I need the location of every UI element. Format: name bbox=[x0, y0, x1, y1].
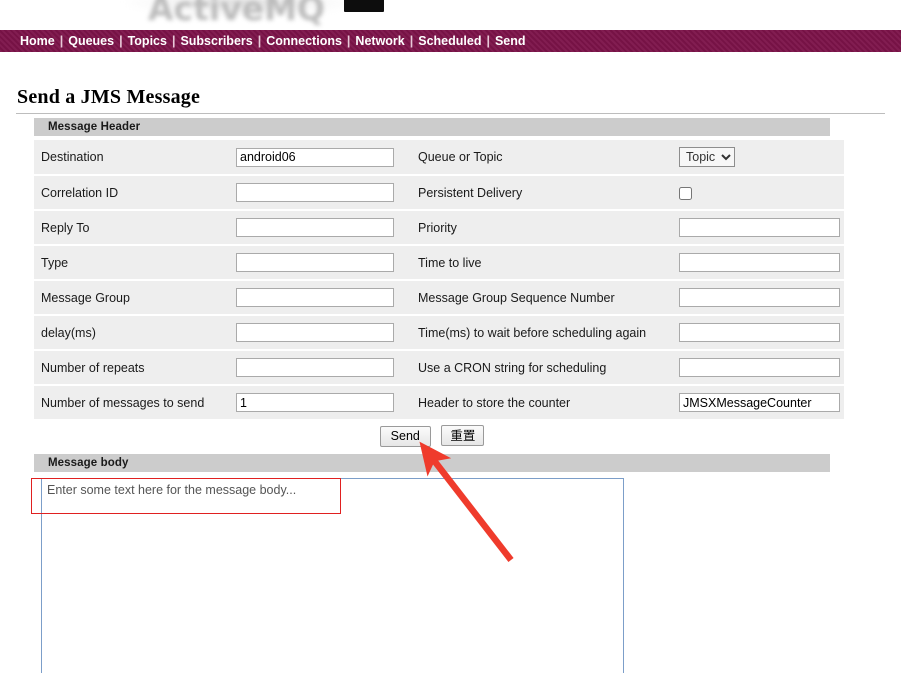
label-correlation-id: Correlation ID bbox=[34, 175, 236, 211]
number-of-messages-input[interactable] bbox=[236, 393, 394, 412]
counter-header-input[interactable] bbox=[679, 393, 840, 412]
nav-separator: | bbox=[257, 34, 262, 48]
message-body-textarea[interactable] bbox=[41, 478, 624, 673]
label-destination: Destination bbox=[34, 140, 236, 176]
field-delay-ms-cell bbox=[236, 315, 411, 351]
table-row: Number of repeats Use a CRON string for … bbox=[34, 350, 844, 386]
send-button[interactable]: Send bbox=[379, 426, 431, 447]
activemq-send-message-page: ActiveMQ Home | Queues | Topics | Subscr… bbox=[0, 0, 901, 673]
field-priority-cell bbox=[679, 210, 844, 246]
message-header-section-bar: Message Header bbox=[34, 118, 830, 136]
label-time-to-live: Time to live bbox=[411, 245, 679, 281]
table-row: Number of messages to send Header to sto… bbox=[34, 385, 844, 421]
label-number-of-repeats: Number of repeats bbox=[34, 350, 236, 386]
label-reply-to: Reply To bbox=[34, 210, 236, 246]
field-queue-or-topic-cell: Topic bbox=[679, 140, 844, 176]
nav-separator: | bbox=[59, 34, 64, 48]
table-row: Reply To Priority bbox=[34, 210, 844, 246]
label-persistent-delivery: Persistent Delivery bbox=[411, 175, 679, 211]
priority-input[interactable] bbox=[679, 218, 840, 237]
label-time-to-wait-before-scheduling-again: Time(ms) to wait before scheduling again bbox=[411, 315, 679, 351]
label-header-to-store-the-counter: Header to store the counter bbox=[411, 385, 679, 421]
field-counter-header-cell bbox=[679, 385, 844, 421]
page-title: Send a JMS Message bbox=[17, 86, 201, 108]
time-to-live-input[interactable] bbox=[679, 253, 840, 272]
type-input[interactable] bbox=[236, 253, 394, 272]
nav-item-subscribers[interactable]: Subscribers bbox=[180, 34, 252, 48]
message-header-section-label: Message Header bbox=[48, 121, 141, 133]
reply-to-input[interactable] bbox=[236, 218, 394, 237]
title-divider bbox=[16, 113, 885, 114]
nav-separator: | bbox=[171, 34, 176, 48]
field-correlation-id-cell bbox=[236, 175, 411, 211]
logo-redaction-block bbox=[344, 0, 384, 12]
cron-string-input[interactable] bbox=[679, 358, 840, 377]
label-message-group: Message Group bbox=[34, 280, 236, 316]
message-group-sequence-number-input[interactable] bbox=[679, 288, 840, 307]
queue-or-topic-select[interactable]: Topic bbox=[679, 147, 735, 167]
nav-separator: | bbox=[486, 34, 490, 48]
nav-item-send[interactable]: Send bbox=[495, 34, 526, 48]
nav-item-topics[interactable]: Topics bbox=[128, 34, 167, 48]
label-delay-ms: delay(ms) bbox=[34, 315, 236, 351]
field-time-to-live-cell bbox=[679, 245, 844, 281]
label-cron-string: Use a CRON string for scheduling bbox=[411, 350, 679, 386]
table-row: Destination Queue or Topic Topic bbox=[34, 140, 844, 176]
field-message-group-sequence-number-cell bbox=[679, 280, 844, 316]
delay-ms-input[interactable] bbox=[236, 323, 394, 342]
main-navigation[interactable]: Home | Queues | Topics | Subscribers | C… bbox=[0, 30, 901, 52]
field-persistent-delivery-cell bbox=[679, 175, 844, 211]
message-group-input[interactable] bbox=[236, 288, 394, 307]
reset-button[interactable]: 重置 bbox=[441, 425, 485, 446]
message-body-section-bar: Message body bbox=[34, 454, 830, 472]
label-type: Type bbox=[34, 245, 236, 281]
label-message-group-sequence-number: Message Group Sequence Number bbox=[411, 280, 679, 316]
table-row: Message Group Message Group Sequence Num… bbox=[34, 280, 844, 316]
field-reply-to-cell bbox=[236, 210, 411, 246]
logo-banner: ActiveMQ bbox=[0, 0, 901, 30]
time-to-wait-input[interactable] bbox=[679, 323, 840, 342]
activemq-logo-text: ActiveMQ bbox=[148, 0, 325, 28]
label-priority: Priority bbox=[411, 210, 679, 246]
nav-item-queues[interactable]: Queues bbox=[68, 34, 114, 48]
field-type-cell bbox=[236, 245, 411, 281]
nav-separator: | bbox=[409, 34, 414, 48]
table-row: Type Time to live bbox=[34, 245, 844, 281]
field-number-of-repeats-cell bbox=[236, 350, 411, 386]
nav-separator: | bbox=[119, 34, 123, 48]
message-body-section-label: Message body bbox=[48, 457, 129, 469]
message-header-form: Destination Queue or Topic Topic Correla… bbox=[34, 140, 844, 421]
nav-item-home[interactable]: Home bbox=[20, 34, 55, 48]
nav-item-network[interactable]: Network bbox=[355, 34, 404, 48]
nav-item-connections[interactable]: Connections bbox=[266, 34, 342, 48]
table-row: Correlation ID Persistent Delivery bbox=[34, 175, 844, 211]
field-destination-cell bbox=[236, 140, 411, 176]
nav-item-scheduled[interactable]: Scheduled bbox=[418, 34, 481, 48]
number-of-repeats-input[interactable] bbox=[236, 358, 394, 377]
field-cron-string-cell bbox=[679, 350, 844, 386]
correlation-id-input[interactable] bbox=[236, 183, 394, 202]
label-queue-or-topic: Queue or Topic bbox=[411, 140, 679, 176]
nav-separator: | bbox=[346, 34, 351, 48]
label-number-of-messages-to-send: Number of messages to send bbox=[34, 385, 236, 421]
table-row: delay(ms) Time(ms) to wait before schedu… bbox=[34, 315, 844, 351]
persistent-delivery-checkbox[interactable] bbox=[679, 186, 692, 200]
field-number-of-messages-cell bbox=[236, 385, 411, 421]
field-message-group-cell bbox=[236, 280, 411, 316]
field-time-to-wait-cell bbox=[679, 315, 844, 351]
form-actions: Send 重置 bbox=[34, 425, 830, 447]
destination-input[interactable] bbox=[236, 147, 394, 167]
